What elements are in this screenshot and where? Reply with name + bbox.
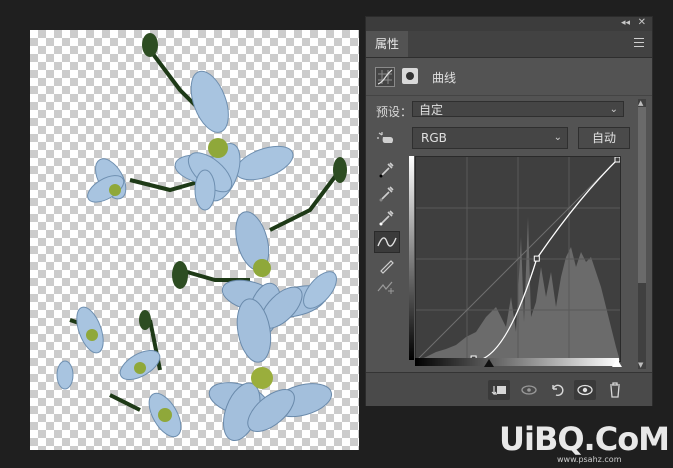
black-point-slider[interactable]	[484, 359, 494, 367]
panel-footer	[366, 372, 652, 406]
document-canvas[interactable]	[30, 30, 359, 450]
panel-titlebar[interactable]: ◂◂ ✕	[366, 17, 652, 31]
watermark-url: www.psahz.com	[557, 455, 622, 464]
curve-edit-icon[interactable]	[374, 231, 400, 253]
curves-graph[interactable]	[415, 156, 621, 362]
preset-value: 自定	[419, 103, 444, 117]
close-icon[interactable]: ✕	[638, 17, 646, 28]
channel-dropdown[interactable]: RGB ⌄	[412, 127, 568, 149]
delete-icon[interactable]	[604, 380, 626, 400]
gray-point-eyedropper-icon[interactable]	[374, 183, 398, 203]
adjustment-title: 曲线	[432, 71, 457, 85]
curves-adjustment-icon[interactable]	[375, 67, 395, 87]
view-previous-icon[interactable]	[518, 380, 540, 400]
tab-properties[interactable]: 属性	[366, 31, 408, 57]
reset-icon[interactable]	[546, 380, 568, 400]
white-point-eyedropper-icon[interactable]	[374, 207, 398, 227]
preset-dropdown[interactable]: 自定 ⌄	[412, 101, 624, 117]
chevron-down-icon: ⌄	[553, 132, 562, 143]
pencil-icon[interactable]	[374, 255, 398, 275]
curve-point-2[interactable]	[533, 255, 540, 262]
panel-scrollbar[interactable]: ▲ ▼	[638, 99, 646, 369]
layer-mask-icon[interactable]	[402, 68, 418, 84]
preset-label: 预设：	[376, 105, 413, 119]
input-gradient	[415, 358, 619, 366]
clip-to-layer-icon[interactable]	[488, 380, 510, 400]
output-gradient	[409, 156, 414, 360]
panel-tab-row: 属性	[366, 31, 652, 58]
properties-panel: ◂◂ ✕ 属性 曲线 预设： 自定 ⌄ RGB ⌄ 自动 ▲ ▼	[365, 16, 653, 406]
channel-value: RGB	[421, 131, 447, 145]
visibility-icon[interactable]	[574, 380, 596, 400]
panel-menu-icon[interactable]	[634, 38, 644, 48]
scroll-down-icon[interactable]: ▼	[638, 361, 643, 369]
smooth-icon[interactable]	[374, 277, 398, 297]
scroll-up-icon[interactable]: ▲	[638, 99, 643, 107]
collapse-icon[interactable]: ◂◂	[621, 18, 630, 28]
watermark-logo: UiBQ.CoM	[499, 420, 670, 458]
flower-artwork	[56, 33, 347, 441]
on-image-adjust-icon[interactable]	[376, 131, 396, 147]
curve-point-3[interactable]	[614, 157, 620, 163]
black-point-eyedropper-icon[interactable]	[374, 159, 398, 179]
white-point-slider[interactable]	[612, 359, 622, 367]
scroll-thumb[interactable]	[638, 107, 646, 283]
divider	[366, 95, 652, 96]
chevron-down-icon: ⌄	[609, 104, 618, 115]
auto-button[interactable]: 自动	[578, 127, 630, 149]
